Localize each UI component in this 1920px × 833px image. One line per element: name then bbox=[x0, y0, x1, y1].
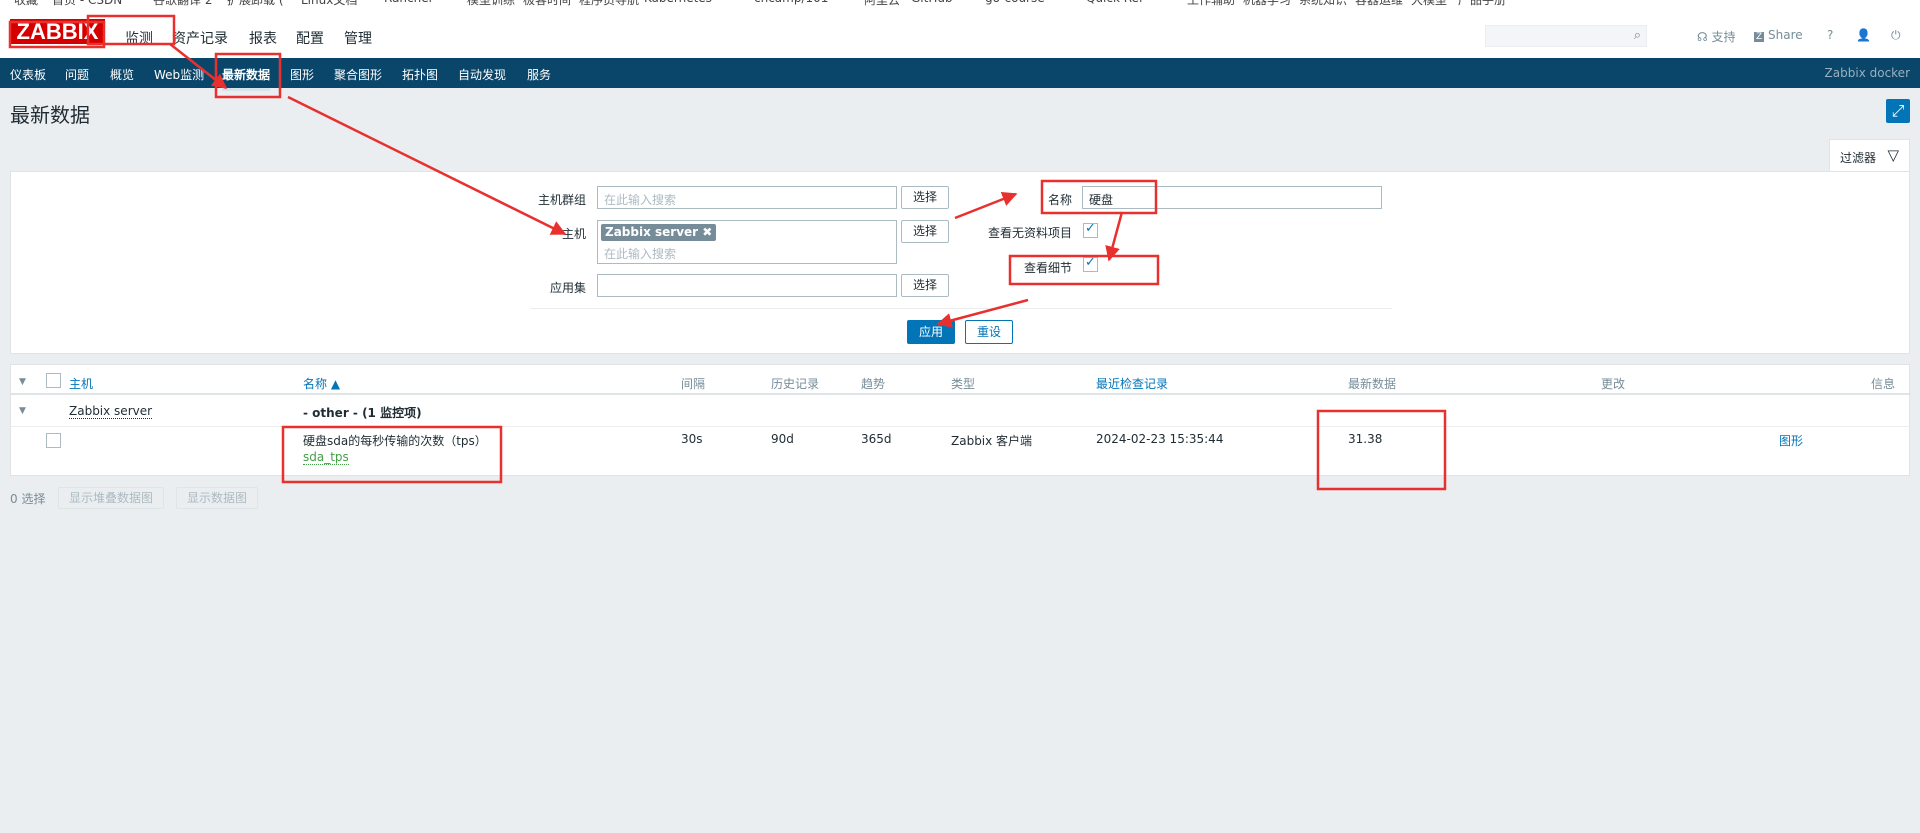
search-input[interactable]: ⌕ bbox=[1485, 25, 1647, 47]
graph-button[interactable]: 显示数据图 bbox=[176, 487, 259, 509]
show-details-label: 查看细节 bbox=[1024, 261, 1073, 275]
row-checkbox[interactable] bbox=[46, 433, 61, 448]
bookmark-item[interactable]: Quick Ref bbox=[1086, 0, 1143, 5]
host-group-label: 主机群组 bbox=[538, 193, 587, 207]
item-type: Zabbix 客户端 bbox=[951, 434, 1033, 448]
top-header: ZABBIX 监测 资产记录 报表 配置 管理 ⌕ ☊ 支持 Z Share ?… bbox=[0, 6, 1920, 70]
show-without-data-checkbox[interactable] bbox=[1083, 221, 1098, 238]
bookmark-item[interactable]: cncamp/101 bbox=[754, 0, 828, 5]
reset-button[interactable]: 重设 bbox=[965, 320, 1013, 344]
filter-divider bbox=[530, 308, 1392, 309]
item-last-value: 31.38 bbox=[1348, 432, 1383, 446]
apply-button[interactable]: 应用 bbox=[907, 320, 955, 344]
name-input[interactable]: 硬盘 bbox=[1082, 186, 1382, 209]
host-label: 主机 bbox=[562, 227, 587, 241]
support-link[interactable]: ☊ 支持 bbox=[1697, 28, 1736, 45]
sub-menu-screens[interactable]: 聚合图形 bbox=[334, 66, 382, 83]
tag-remove-icon[interactable]: ✖ bbox=[702, 225, 712, 239]
item-last-check: 2024-02-23 15:35:44 bbox=[1096, 432, 1224, 446]
main-menu-configuration[interactable]: 配置 bbox=[296, 28, 324, 48]
logout-icon[interactable]: ⏻ bbox=[1891, 28, 1901, 43]
headset-icon: ☊ bbox=[1697, 30, 1708, 44]
col-info: 信息 bbox=[1871, 377, 1896, 391]
item-name: 硬盘sda的每秒传输的次数（tps） bbox=[303, 434, 487, 448]
host-select-button[interactable]: 选择 bbox=[901, 220, 949, 243]
page-title: 最新数据 bbox=[10, 103, 90, 127]
sub-menu-maps[interactable]: 拓扑图 bbox=[402, 66, 438, 83]
host-multiselect[interactable]: Zabbix server ✖ 在此输入搜索 bbox=[597, 220, 897, 264]
application-group: - other - (1 监控项) bbox=[303, 406, 422, 420]
filter-tab[interactable]: 过滤器 ▽ bbox=[1829, 139, 1910, 172]
select-all-checkbox[interactable] bbox=[46, 373, 61, 388]
selected-count: 0 选择 bbox=[10, 492, 46, 506]
zabbix-logo[interactable]: ZABBIX bbox=[10, 19, 105, 44]
stacked-graph-button[interactable]: 显示堆叠数据图 bbox=[58, 487, 165, 509]
expand-icon: ⤢ bbox=[1891, 101, 1905, 120]
item-trends: 365d bbox=[861, 432, 892, 446]
col-last-value: 最新数据 bbox=[1348, 377, 1397, 391]
search-icon[interactable]: ⌕ bbox=[1634, 28, 1641, 43]
main-menu-inventory[interactable]: 资产记录 bbox=[172, 28, 228, 48]
bookmark-item[interactable]: GitHub bbox=[911, 0, 953, 5]
graph-link[interactable]: 图形 bbox=[1779, 432, 1803, 449]
item-key: sda_tps bbox=[303, 450, 349, 465]
bookmark-item[interactable]: go-course bbox=[985, 0, 1045, 5]
share-link[interactable]: Z Share bbox=[1754, 28, 1803, 42]
application-select-button[interactable]: 选择 bbox=[901, 274, 949, 297]
col-trends: 趋势 bbox=[861, 377, 886, 391]
col-last-check[interactable]: 最近检查记录 bbox=[1096, 375, 1168, 392]
sub-menu-web[interactable]: Web监测 bbox=[154, 66, 204, 83]
bookmark-item[interactable]: Rancher bbox=[384, 0, 434, 5]
row-divider bbox=[11, 426, 1911, 427]
header-divider bbox=[11, 393, 1911, 395]
col-type: 类型 bbox=[951, 377, 976, 391]
server-name: Zabbix docker bbox=[1824, 66, 1910, 80]
sub-menu-services[interactable]: 服务 bbox=[527, 66, 551, 83]
sub-menu-dashboard[interactable]: 仪表板 bbox=[10, 66, 46, 83]
main-menu-monitoring[interactable]: 监测 bbox=[125, 28, 153, 70]
host-tag: Zabbix server ✖ bbox=[601, 224, 717, 241]
funnel-icon: ▽ bbox=[1887, 146, 1899, 164]
help-link[interactable]: ? bbox=[1827, 28, 1833, 42]
col-name[interactable]: 名称 ▲ bbox=[303, 375, 340, 392]
fullscreen-button[interactable]: ⤢ bbox=[1886, 99, 1910, 123]
col-host[interactable]: 主机 bbox=[69, 375, 93, 392]
main-menu-reports[interactable]: 报表 bbox=[249, 28, 277, 48]
application-label: 应用集 bbox=[550, 281, 587, 295]
share-icon: Z bbox=[1754, 32, 1765, 42]
item-history: 90d bbox=[771, 432, 794, 446]
sub-menu-problems[interactable]: 问题 bbox=[65, 66, 89, 83]
sub-menu-discovery[interactable]: 自动发现 bbox=[458, 66, 506, 83]
latest-data-table: ▼ 主机 名称 ▲ 间隔 历史记录 趋势 类型 最近检查记录 最新数据 更改 信… bbox=[10, 364, 1911, 476]
show-details-checkbox[interactable] bbox=[1083, 255, 1098, 272]
col-interval: 间隔 bbox=[681, 377, 706, 391]
application-input[interactable] bbox=[597, 274, 897, 297]
collapse-host-icon[interactable]: ▼ bbox=[19, 406, 26, 416]
collapse-all-icon[interactable]: ▼ bbox=[19, 377, 26, 387]
filter-panel bbox=[10, 171, 1910, 354]
show-without-data-label: 查看无资料项目 bbox=[988, 226, 1073, 240]
main-menu-administration[interactable]: 管理 bbox=[344, 28, 372, 48]
host-group-select-button[interactable]: 选择 bbox=[901, 186, 949, 209]
user-profile-icon[interactable]: 👤 bbox=[1856, 28, 1871, 42]
col-history: 历史记录 bbox=[771, 377, 820, 391]
bookmark-item[interactable]: Kubernetes bbox=[644, 0, 712, 5]
sub-menu-latest-data[interactable]: 最新数据 bbox=[222, 66, 271, 91]
host-link[interactable]: Zabbix server bbox=[69, 404, 153, 419]
sub-menu-overview[interactable]: 概览 bbox=[110, 66, 134, 83]
sub-menu-graphs[interactable]: 图形 bbox=[290, 66, 314, 83]
name-label: 名称 bbox=[1048, 193, 1073, 207]
host-group-input[interactable]: 在此输入搜索 bbox=[597, 186, 897, 209]
item-interval: 30s bbox=[681, 432, 703, 446]
col-change: 更改 bbox=[1601, 377, 1626, 391]
sub-menu: 仪表板 问题 概览 Web监测 最新数据 图形 聚合图形 拓扑图 自动发现 服务… bbox=[0, 58, 1920, 91]
